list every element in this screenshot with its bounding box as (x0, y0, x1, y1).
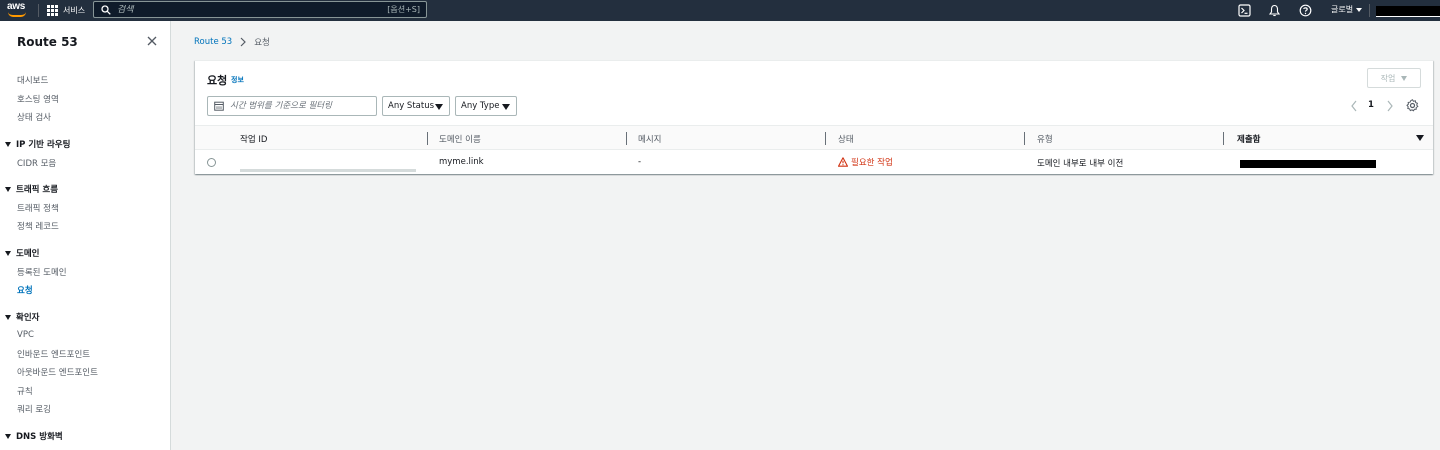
sidebar-section-dns-firewall[interactable]: DNS 방화벽 (5, 430, 63, 442)
sidebar-section-traffic-flow[interactable]: 트래픽 흐름 (5, 183, 58, 195)
cell-domain-name: myme.link (439, 157, 484, 167)
top-nav-bar: aws 서비스 [옵션+S] 글로벌 (0, 0, 1440, 21)
triangle-down-icon (5, 433, 11, 439)
status-filter-value: Any Status (388, 101, 435, 111)
sidebar-section-ip-routing[interactable]: IP 기반 라우팅 (5, 138, 70, 150)
region-selector[interactable]: 글로벌 (1331, 4, 1363, 15)
sidebar-item-cidr-collections[interactable]: CIDR 모음 (17, 157, 56, 169)
table-header: 작업 ID 도메인 이름 메시지 상태 유형 제출함 (195, 125, 1433, 150)
breadcrumb-route53-link[interactable]: Route 53 (194, 37, 232, 47)
search-shortcut-hint: [옵션+S] (387, 5, 420, 14)
sidebar-item-registered-domains[interactable]: 등록된 도메인 (17, 266, 67, 278)
column-divider[interactable] (825, 132, 826, 145)
aws-logo-text: aws (7, 1, 26, 12)
section-label: 확인자 (16, 313, 40, 323)
actions-button-label: 작업 (1380, 73, 1396, 83)
cloudshell-icon[interactable] (1238, 4, 1251, 17)
sidebar: Route 53 대시보드 호스팅 영역 상태 검사 IP 기반 라우팅 CID… (0, 21, 171, 450)
gear-icon[interactable] (1406, 99, 1419, 112)
sidebar-item-policy-records[interactable]: 정책 레코드 (17, 220, 59, 232)
breadcrumb-current: 요청 (254, 38, 270, 48)
chevron-left-icon[interactable] (1350, 100, 1358, 112)
status-badge: 필요한 작업 (838, 156, 893, 168)
services-menu-button[interactable]: 서비스 (47, 3, 85, 18)
operation-id-redacted (240, 169, 416, 172)
sidebar-item-outbound-endpoints[interactable]: 아웃바운드 엔드포인트 (17, 366, 98, 378)
sidebar-section-domains[interactable]: 도메인 (5, 247, 39, 259)
type-filter-dropdown[interactable]: Any Type (455, 96, 517, 116)
close-icon[interactable] (146, 35, 158, 47)
date-range-input[interactable] (230, 101, 370, 111)
sidebar-title: Route 53 (17, 35, 78, 49)
column-header-operation-id[interactable]: 작업 ID (240, 133, 267, 145)
column-header-message[interactable]: 메시지 (638, 133, 661, 145)
info-link[interactable]: 정보 (231, 75, 244, 85)
triangle-down-icon (5, 186, 11, 192)
sidebar-item-inbound-endpoints[interactable]: 인바운드 엔드포인트 (17, 348, 90, 360)
sidebar-item-traffic-policies[interactable]: 트래픽 정책 (17, 202, 59, 214)
requests-table-panel: 요청 정보 작업 Any Status Any Type 1 작업 ID 도메인… (195, 60, 1433, 174)
cell-message: - (638, 157, 642, 167)
column-header-domain-name[interactable]: 도메인 이름 (439, 133, 481, 145)
search-input[interactable] (117, 4, 377, 15)
date-range-filter[interactable] (207, 96, 377, 116)
sidebar-item-rules[interactable]: 규칙 (17, 385, 33, 397)
actions-button[interactable]: 작업 (1367, 68, 1421, 88)
sort-descending-icon[interactable] (1416, 135, 1424, 141)
cell-status-text: 필요한 작업 (851, 158, 893, 168)
status-filter-dropdown[interactable]: Any Status (382, 96, 450, 116)
triangle-down-icon (5, 141, 11, 147)
warning-icon (838, 157, 848, 167)
section-label: 트래픽 흐름 (16, 185, 59, 195)
breadcrumb: Route 53 요청 (194, 36, 270, 48)
cell-type: 도메인 내부로 내부 이전 (1037, 159, 1124, 169)
grid-icon (47, 5, 58, 16)
aws-smile-mark (8, 12, 26, 17)
section-label: DNS 방화벽 (16, 432, 63, 442)
notification-bell-icon[interactable] (1268, 4, 1281, 17)
nav-divider (38, 4, 39, 17)
table-row[interactable]: myme.link - 필요한 작업 도메인 내부로 내부 이전 (195, 150, 1433, 175)
caret-down-icon (435, 104, 443, 110)
column-divider[interactable] (1024, 132, 1025, 145)
section-label: IP 기반 라우팅 (16, 140, 71, 150)
search-icon (101, 4, 111, 15)
submitted-value-redacted (1240, 160, 1376, 168)
search-bar[interactable]: [옵션+S] (93, 1, 427, 18)
nav-divider (1369, 4, 1370, 17)
column-header-submitted[interactable]: 제출함 (1237, 133, 1260, 145)
region-label: 글로벌 (1331, 5, 1354, 14)
column-divider[interactable] (427, 132, 428, 145)
column-divider[interactable] (626, 132, 627, 145)
triangle-down-icon (5, 250, 11, 256)
calendar-icon (214, 101, 224, 111)
sidebar-item-health-checks[interactable]: 상태 검사 (17, 111, 51, 123)
sidebar-item-query-logging[interactable]: 쿼리 로깅 (17, 403, 51, 415)
sidebar-item-dashboard[interactable]: 대시보드 (17, 74, 48, 86)
caret-down-icon (1401, 75, 1408, 81)
aws-logo[interactable]: aws (7, 2, 29, 19)
chevron-right-icon[interactable] (1386, 100, 1394, 112)
triangle-down-icon (5, 314, 11, 320)
section-label: 도메인 (16, 249, 40, 259)
services-label: 서비스 (63, 6, 86, 15)
row-select-radio[interactable] (207, 158, 216, 167)
chevron-right-icon (240, 37, 247, 47)
type-filter-value: Any Type (461, 101, 500, 111)
column-header-type[interactable]: 유형 (1037, 133, 1053, 145)
column-header-status[interactable]: 상태 (838, 133, 854, 145)
caret-down-icon (502, 104, 510, 110)
sidebar-item-vpc[interactable]: VPC (17, 330, 34, 340)
panel-title: 요청 (207, 74, 228, 87)
caret-down-icon (1356, 7, 1363, 12)
sidebar-item-requests[interactable]: 요청 (17, 284, 33, 296)
help-icon[interactable] (1299, 4, 1312, 17)
page-number[interactable]: 1 (1368, 100, 1374, 110)
sidebar-section-resolver[interactable]: 확인자 (5, 311, 39, 323)
sidebar-item-hosted-zones[interactable]: 호스팅 영역 (17, 93, 59, 105)
account-underline (1376, 16, 1440, 17)
column-divider[interactable] (1223, 132, 1224, 145)
